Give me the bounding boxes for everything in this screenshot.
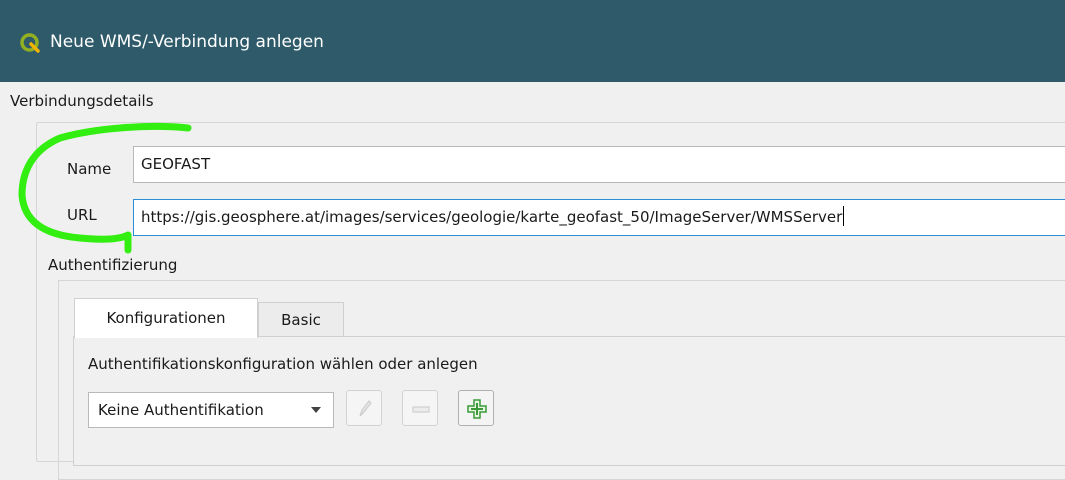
name-value: GEOFAST xyxy=(141,155,211,173)
url-field[interactable]: https://gis.geosphere.at/images/services… xyxy=(133,199,1065,236)
window-title: Neue WMS/-Verbindung anlegen xyxy=(50,32,324,52)
auth-config-label: Authentifikationskonfiguration wählen od… xyxy=(88,355,478,373)
chevron-down-icon xyxy=(311,407,321,413)
name-field[interactable]: GEOFAST xyxy=(133,146,1065,183)
url-value: https://gis.geosphere.at/images/services… xyxy=(141,208,843,226)
connection-details-title: Verbindungsdetails xyxy=(10,92,154,110)
auth-config-combobox[interactable]: Keine Authentifikation xyxy=(88,392,334,428)
tab-basic-label: Basic xyxy=(281,311,321,329)
remove-config-button[interactable] xyxy=(402,390,438,426)
tab-configurations-label: Konfigurationen xyxy=(106,309,226,327)
add-config-button[interactable] xyxy=(458,390,494,426)
auth-config-value: Keine Authentifikation xyxy=(98,401,264,419)
url-label: URL xyxy=(67,206,97,224)
tab-configurations[interactable]: Konfigurationen xyxy=(74,298,258,338)
title-bar: Neue WMS/-Verbindung anlegen xyxy=(0,0,1065,82)
edit-config-button[interactable] xyxy=(346,390,382,426)
tab-basic[interactable]: Basic xyxy=(258,302,344,336)
qgis-icon xyxy=(20,33,40,53)
text-caret xyxy=(843,206,845,226)
name-label: Name xyxy=(67,160,112,178)
authentication-title: Authentifizierung xyxy=(48,256,178,274)
